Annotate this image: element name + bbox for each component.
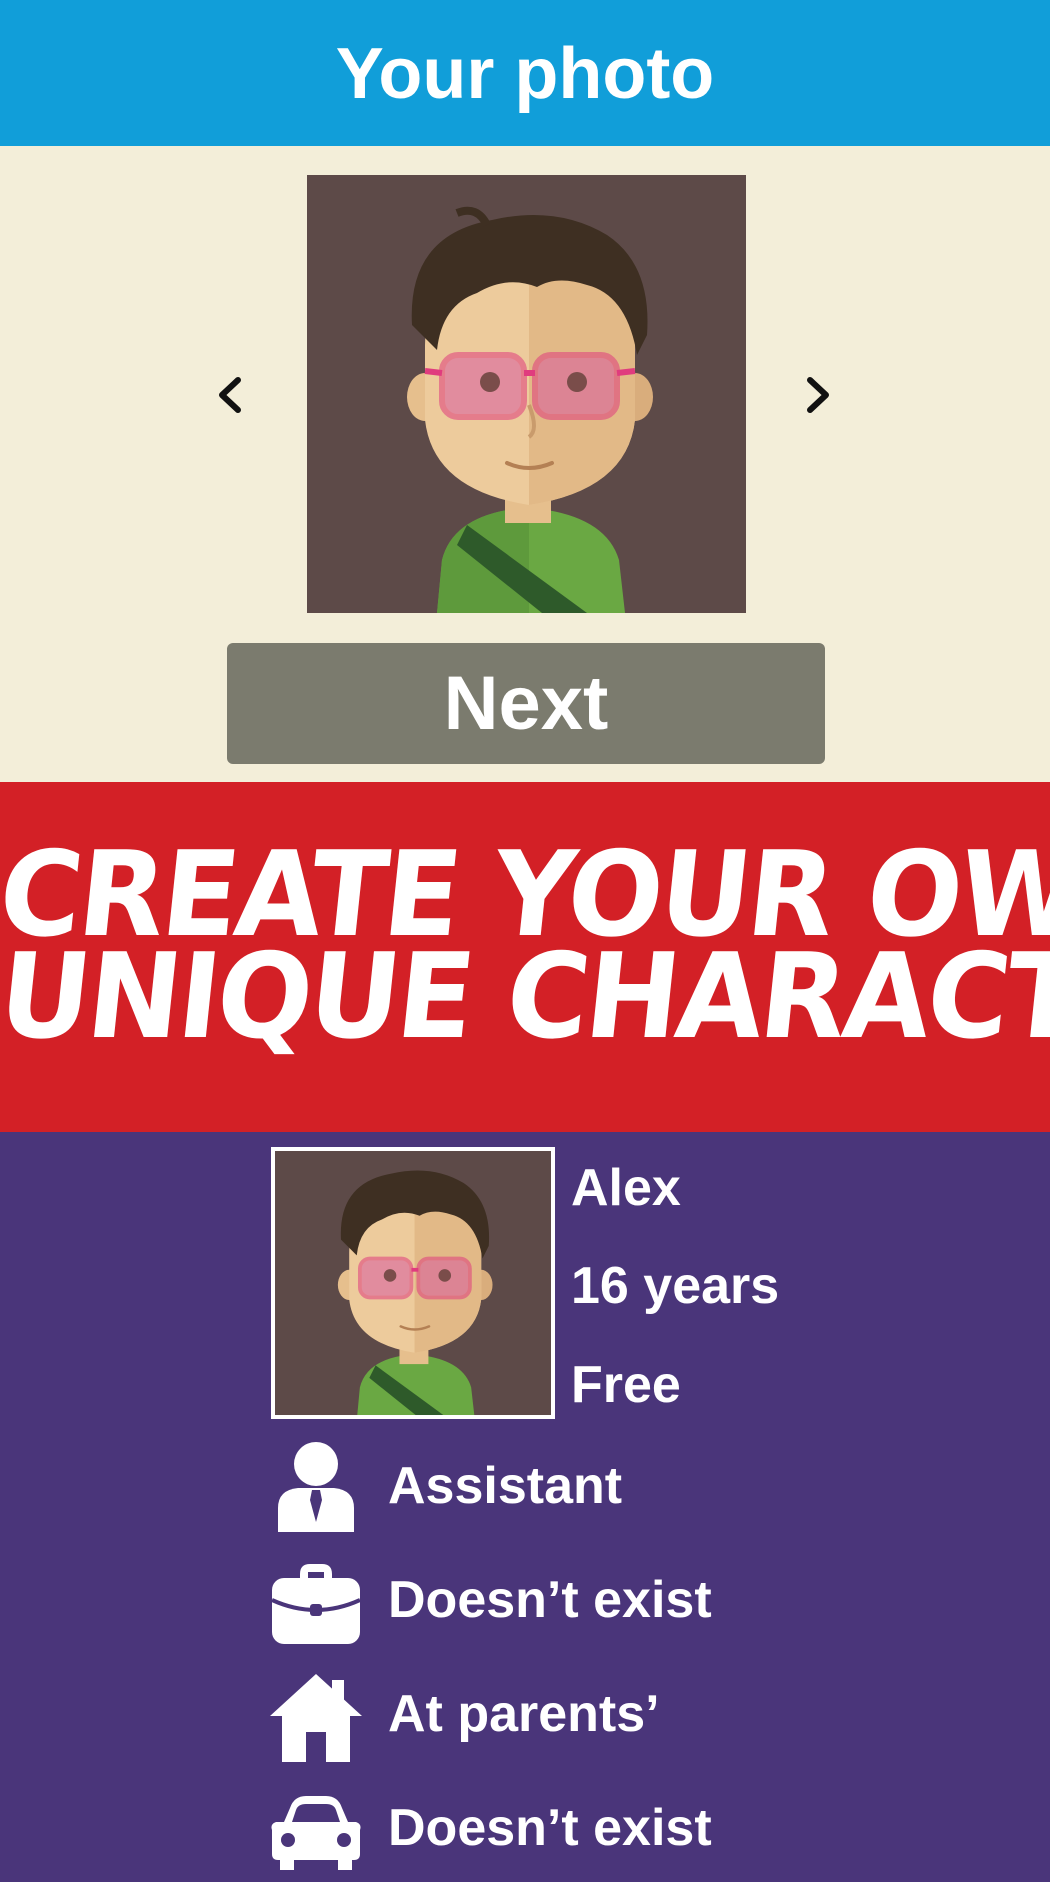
avatar-illustration [307,175,746,613]
character-profile: Alex 16 years Free Assistant Doesn’t exi… [0,1132,1050,1882]
promo-banner: CREATE YOUR OWN UNIQUE CHARACTER! [0,782,1050,1132]
housing-label: At parents’ [388,1685,660,1743]
house-icon [270,1674,362,1762]
character-age: 16 years [571,1257,780,1315]
job-label: Assistant [388,1457,623,1515]
chevron-left-icon[interactable] [206,370,256,420]
avatar-preview [307,175,746,613]
relationship-status: Free [571,1356,681,1414]
person-tie-icon [278,1442,354,1532]
banner-headline-line2: UNIQUE CHARACTER! [0,928,1050,1066]
chevron-right-icon[interactable] [792,370,842,420]
briefcase-icon [271,1564,361,1644]
page-title: Your photo [335,34,715,114]
workplace-label: Doesn’t exist [388,1571,712,1629]
next-button[interactable]: Next [227,643,825,764]
header-bar: Your photo [0,0,1050,146]
car-icon [271,1796,361,1870]
photo-picker: Next [0,146,1050,782]
car-label: Doesn’t exist [388,1799,712,1857]
character-name: Alex [571,1159,681,1217]
profile-avatar [271,1147,555,1419]
avatar-illustration [275,1151,551,1415]
